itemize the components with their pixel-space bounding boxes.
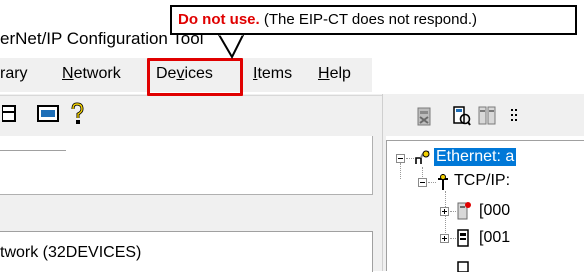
menu-items-label: tems: [257, 65, 293, 82]
device-icon: [456, 259, 472, 277]
device-properties-icon[interactable]: [453, 105, 471, 132]
callout-pointer: [218, 33, 246, 59]
menu-library[interactable]: rary: [0, 65, 28, 83]
more-icon[interactable]: [510, 108, 518, 129]
menu-help[interactable]: Help: [318, 65, 351, 83]
network-panel[interactable]: twork (32DEVICES): [0, 231, 373, 272]
tree-collapse-icon[interactable]: [418, 178, 427, 187]
layout-icon[interactable]: [37, 105, 59, 128]
group-divider: [0, 150, 66, 151]
tree-expand-icon[interactable]: [440, 234, 449, 243]
right-toolbar: [386, 94, 584, 136]
device-tree[interactable]: Ethernet: a TCP/IP: [000 [001: [386, 140, 584, 273]
tree-device-2-label[interactable]: [001: [479, 229, 510, 247]
tree-expand-icon[interactable]: [440, 207, 449, 216]
menu-help-label: elp: [329, 65, 351, 82]
tree-tcpip-label[interactable]: TCP/IP:: [454, 172, 510, 190]
ethernet-icon: [414, 150, 432, 171]
tcpip-icon: [436, 173, 450, 196]
tree-collapse-icon[interactable]: [396, 154, 405, 163]
tree-root-label[interactable]: Ethernet: a: [434, 148, 517, 166]
tree-connector: [428, 182, 436, 183]
menu-network[interactable]: Network: [62, 65, 121, 83]
network-label: twork (32DEVICES): [0, 244, 142, 261]
device-compare-icon[interactable]: [478, 106, 496, 131]
devices-menu-highlight: [147, 58, 243, 96]
warning-callout: Do not use. (The EIP-CT does not respond…: [170, 5, 577, 35]
device-error-icon: [456, 201, 472, 226]
view-icon[interactable]: [1, 105, 18, 128]
delete-device-icon[interactable]: [416, 107, 432, 132]
menu-network-accel: N: [62, 65, 74, 82]
tree-device-1-label[interactable]: [000: [479, 202, 510, 220]
tree-connector: [400, 163, 401, 179]
tree-connector: [406, 158, 414, 159]
callout-note: (The EIP-CT does not respond.): [259, 11, 477, 28]
left-group-box: [0, 136, 373, 195]
menu-network-label: etwork: [73, 65, 121, 82]
tree-connector: [422, 167, 423, 177]
menu-help-accel: H: [318, 65, 330, 82]
callout-warning: Do not use.: [178, 11, 260, 28]
help-icon[interactable]: [70, 102, 84, 131]
menu-library-label: rary: [0, 65, 28, 82]
left-toolbar: [0, 94, 382, 136]
device-icon: [456, 228, 472, 253]
left-pane: twork (32DEVICES): [0, 136, 382, 272]
menu-items[interactable]: Items: [253, 65, 292, 83]
